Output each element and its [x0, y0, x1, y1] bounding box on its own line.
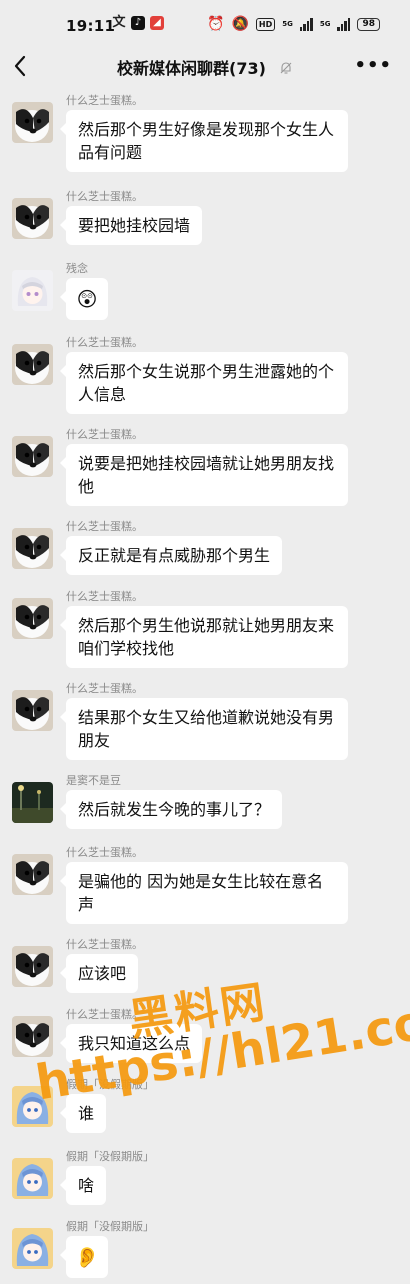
avatar[interactable] [12, 1016, 53, 1057]
status-icons: ⏰ 🔕 HD 5G 5G 98 [207, 16, 380, 32]
notification-icons: 文 ♪ ◢ [112, 16, 164, 30]
avatar[interactable] [12, 102, 53, 143]
hd-badge: HD [255, 17, 276, 31]
message-bubble[interactable]: 然后那个男生好像是发现那个女生人品有问题 [60, 110, 348, 172]
dog-avatar-icon [12, 690, 53, 731]
sender-name: 残念 [66, 262, 88, 275]
message-item: 什么芝士蛋糕。 然后那个女生说那个男生泄露她的个人信息 [0, 330, 410, 422]
anime-girl-blue-avatar-icon [12, 1158, 53, 1199]
dog-avatar-icon [12, 1016, 53, 1057]
message-item: 什么芝士蛋糕。 然后那个男生好像是发现那个女生人品有问题 [0, 88, 410, 184]
message-bubble[interactable]: 然后那个男生他说那就让她男朋友来咱们学校找他 [60, 606, 348, 668]
avatar[interactable] [12, 854, 53, 895]
dog-avatar-icon [12, 344, 53, 385]
message-bubble[interactable]: 结果那个女生又给他道歉说她没有男朋友 [60, 698, 348, 760]
mute-status-icon: 🔕 [231, 16, 249, 32]
more-dots-icon: ••• [354, 55, 392, 76]
avatar[interactable] [12, 436, 53, 477]
dog-avatar-icon [12, 946, 53, 987]
sender-name: 什么芝士蛋糕。 [66, 190, 143, 203]
sender-name: 假期「没假期版」 [66, 1150, 154, 1163]
avatar[interactable] [12, 1158, 53, 1199]
signal-label-1: 5G [282, 20, 293, 28]
dog-avatar-icon [12, 102, 53, 143]
tiktok-icon: ♪ [131, 16, 145, 30]
sender-name: 什么芝士蛋糕。 [66, 336, 143, 349]
sender-name: 什么芝士蛋糕。 [66, 938, 143, 951]
message-bubble[interactable]: 说要是把她挂校园墙就让她男朋友找他 [60, 444, 348, 506]
message-bubble[interactable]: 然后就发生今晚的事儿了？ [59, 790, 283, 829]
alarm-icon: ⏰ [207, 16, 225, 32]
chat-title: 校新媒体闲聊群(73) [117, 59, 266, 78]
status-time: 19:11 [66, 17, 116, 35]
avatar[interactable] [12, 198, 53, 239]
sender-name: 什么芝士蛋糕。 [66, 94, 143, 107]
dog-avatar-icon [12, 436, 53, 477]
bell-off-icon [280, 62, 292, 74]
message-item: 什么芝士蛋糕。 是骗他的 因为她是女生比较在意名声 [0, 840, 410, 932]
avatar[interactable] [12, 598, 53, 639]
message-item: 什么芝士蛋糕。 说要是把她挂校园墙就让她男朋友找他 [0, 422, 410, 514]
more-options-button[interactable]: ••• [354, 55, 392, 76]
message-item: 假期「没假期版」 👂 [0, 1214, 410, 1284]
avatar[interactable] [12, 344, 53, 385]
sender-name: 什么芝士蛋糕。 [66, 682, 143, 695]
surprised-emoji-icon: 😲 [76, 286, 98, 311]
ear-emoji-icon: 👂 [74, 1244, 100, 1269]
dog-avatar-icon [12, 854, 53, 895]
sender-name: 什么芝士蛋糕。 [66, 520, 143, 533]
chat-header: 校新媒体闲聊群(73) ••• [0, 46, 410, 88]
night-scene-avatar-icon [12, 782, 53, 823]
signal-bars-icon [299, 17, 313, 31]
anime-girl-blue-avatar-icon [12, 1228, 53, 1269]
status-bar: 19:11 文 ♪ ◢ ⏰ 🔕 HD 5G 5G 98 [0, 0, 410, 46]
sender-name: 假期「没假期版」 [66, 1220, 154, 1233]
sticker-bubble[interactable]: 😲 [60, 278, 108, 320]
message-item: 什么芝士蛋糕。 要把她挂校园墙 [0, 184, 410, 256]
avatar[interactable] [12, 946, 53, 987]
app-notification-icon: ◢ [150, 16, 164, 30]
signal-label-2: 5G [319, 20, 331, 28]
avatar[interactable] [12, 690, 53, 731]
signal-bars-icon-2 [337, 17, 351, 31]
message-bubble[interactable]: 反正就是有点威胁那个男生 [59, 536, 283, 575]
message-bubble[interactable]: 然后那个女生说那个男生泄露她的个人信息 [60, 352, 348, 414]
message-bubble[interactable]: 是骗他的 因为她是女生比较在意名声 [60, 862, 348, 924]
message-item: 什么芝士蛋糕。 然后那个男生他说那就让她男朋友来咱们学校找他 [0, 584, 410, 676]
avatar[interactable] [12, 1228, 53, 1269]
avatar[interactable] [12, 270, 53, 311]
sticker-bubble[interactable]: 👂 [60, 1236, 108, 1278]
sender-name: 是窦不是豆 [66, 774, 121, 787]
avatar[interactable] [12, 528, 53, 569]
message-bubble[interactable]: 要把她挂校园墙 [59, 206, 203, 245]
notification-app-icon: 文 [112, 15, 126, 30]
battery-indicator: 98 [357, 17, 380, 31]
dog-avatar-icon [12, 528, 53, 569]
dog-avatar-icon [12, 198, 53, 239]
anime-girl-avatar-icon [12, 270, 53, 311]
message-item: 假期「没假期版」 啥 [0, 1144, 410, 1214]
avatar[interactable] [12, 782, 53, 823]
message-item: 残念 😲 [0, 256, 410, 330]
message-bubble[interactable]: 啥 [59, 1166, 107, 1205]
message-item: 是窦不是豆 然后就发生今晚的事儿了？ [0, 768, 410, 840]
message-item: 什么芝士蛋糕。 反正就是有点威胁那个男生 [0, 514, 410, 584]
sender-name: 什么芝士蛋糕。 [66, 846, 143, 859]
message-item: 什么芝士蛋糕。 结果那个女生又给他道歉说她没有男朋友 [0, 676, 410, 768]
sender-name: 什么芝士蛋糕。 [66, 428, 143, 441]
dog-avatar-icon [12, 598, 53, 639]
sender-name: 什么芝士蛋糕。 [66, 590, 143, 603]
